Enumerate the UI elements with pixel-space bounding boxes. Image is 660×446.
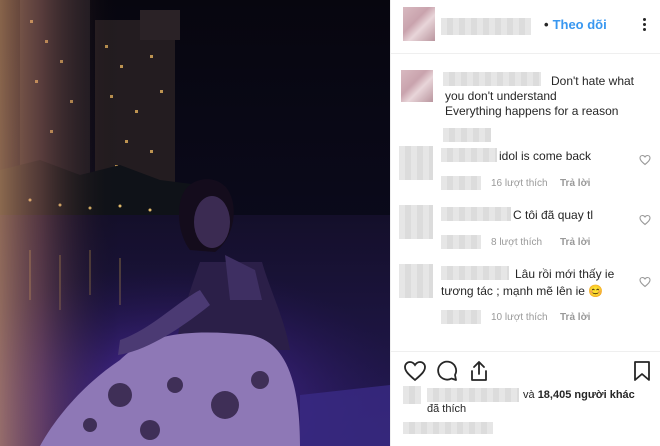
comment-like-count[interactable]: 16 lượt thích bbox=[491, 178, 548, 189]
post-header: • Theo dõi bbox=[391, 0, 660, 54]
follow-label: Theo dõi bbox=[552, 17, 607, 32]
liker-username-redacted[interactable] bbox=[427, 388, 519, 402]
caption-text: Don't hate what you don't understand Eve… bbox=[445, 74, 657, 119]
bookmark-icon[interactable] bbox=[630, 359, 654, 383]
comment-reply-button[interactable]: Trả lời bbox=[560, 237, 590, 248]
comment-item: C tôi đã quay tl 8 lượt thích Trả lời bbox=[399, 205, 651, 255]
comment-text-line-2: tương tác ; mạnh mẽ lên ie 😊 bbox=[441, 284, 603, 299]
commenter-avatar[interactable] bbox=[399, 146, 433, 180]
commenter-avatar[interactable] bbox=[399, 205, 433, 239]
caption-line-2: you don't understand bbox=[445, 89, 557, 103]
comment-like-count[interactable]: 10 lượt thích bbox=[491, 312, 548, 323]
heart-outline-icon[interactable] bbox=[403, 359, 427, 383]
comment-timestamp-redacted bbox=[441, 310, 481, 324]
likes-count: 18,405 người khác bbox=[537, 389, 635, 401]
author-username-redacted[interactable] bbox=[441, 18, 531, 35]
likes-and-word: và bbox=[523, 389, 535, 401]
author-avatar[interactable] bbox=[403, 7, 435, 41]
comment-text: C tôi đã quay tl bbox=[513, 208, 594, 222]
comment-bubble-icon[interactable] bbox=[435, 359, 459, 383]
comment-item: idol is come back 16 lượt thích Trả lời bbox=[399, 146, 651, 196]
smile-emoji-icon: 😊 bbox=[588, 284, 604, 298]
comment-like-count[interactable]: 8 lượt thích bbox=[491, 237, 542, 248]
caption-author-avatar[interactable] bbox=[401, 70, 433, 102]
comment-timestamp-redacted bbox=[441, 235, 481, 249]
comment-timestamp-redacted bbox=[441, 176, 481, 190]
comment-heart-icon[interactable] bbox=[639, 214, 651, 226]
post-timestamp-redacted bbox=[403, 422, 493, 434]
caption-timestamp-redacted bbox=[443, 128, 491, 142]
share-icon[interactable] bbox=[467, 359, 491, 383]
commenter-username-redacted[interactable] bbox=[441, 207, 511, 221]
comment-text: idol is come back bbox=[499, 149, 592, 163]
commenter-username-redacted[interactable] bbox=[441, 148, 497, 162]
comment-text-line-1: Lâu rồi mới thấy ie bbox=[515, 267, 615, 281]
commenter-username-redacted[interactable] bbox=[441, 266, 509, 280]
caption-line-1: Don't hate what bbox=[551, 74, 635, 88]
likes-and-others[interactable]: và 18,405 người khác bbox=[523, 388, 635, 402]
photo-artwork bbox=[0, 0, 390, 446]
more-horizontal-icon[interactable] bbox=[637, 16, 651, 32]
post-photo[interactable] bbox=[0, 0, 390, 446]
comment-heart-icon[interactable] bbox=[639, 276, 651, 288]
comment-text-line-2-content: tương tác ; mạnh mẽ lên ie bbox=[441, 284, 585, 298]
post-action-bar bbox=[391, 351, 660, 385]
follow-button[interactable]: • Theo dõi bbox=[544, 17, 607, 32]
post-side-panel: • Theo dõi Don't hate what you don't unde… bbox=[390, 0, 660, 446]
commenter-avatar[interactable] bbox=[399, 264, 433, 298]
liker-avatar[interactable] bbox=[403, 386, 421, 404]
separator-dot: • bbox=[544, 17, 549, 32]
comment-reply-button[interactable]: Trả lời bbox=[560, 312, 590, 323]
comment-item: Lâu rồi mới thấy ie tương tác ; mạnh mẽ … bbox=[399, 264, 651, 332]
comment-heart-icon[interactable] bbox=[639, 154, 651, 166]
caption-line-3: Everything happens for a reason bbox=[445, 104, 619, 118]
likes-suffix: đã thích bbox=[427, 403, 467, 415]
comment-reply-button[interactable]: Trả lời bbox=[560, 178, 590, 189]
